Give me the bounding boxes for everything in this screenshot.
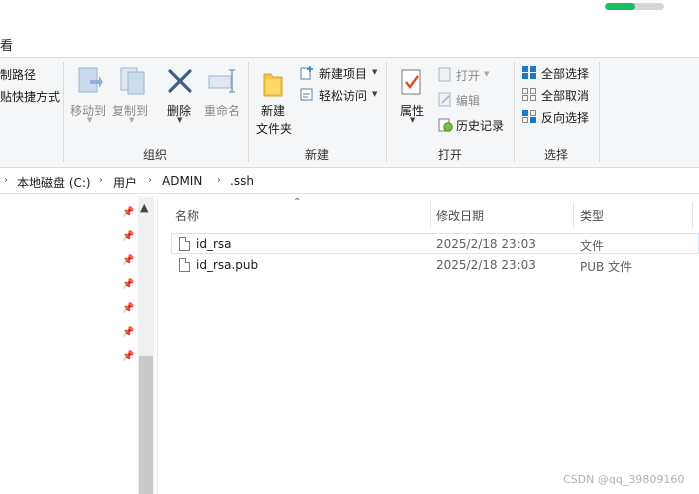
column-divider[interactable] (573, 202, 574, 228)
ribbon: 制路径 贴快捷方式 移动到 ▼ 复制到 ▼ 删除 ▼ 重命名 组织 新建 文件夹… (0, 57, 699, 168)
easy-access-label: 轻松访问 (319, 89, 368, 103)
breadcrumb-admin[interactable]: ADMIN (162, 174, 202, 188)
file-icon (179, 258, 190, 272)
scroll-up-icon[interactable]: ▲ (140, 201, 148, 214)
file-name: id_rsa.pub (196, 258, 259, 272)
new-folder-label-line2: 文件夹 (256, 122, 293, 136)
rename-label: 重命名 (204, 104, 241, 118)
pin-icon[interactable]: 📌 (122, 327, 134, 338)
chevron-down-icon: ▼ (129, 116, 135, 124)
move-to-button[interactable]: 移动到 ▼ (68, 62, 108, 124)
breadcrumb-drive[interactable]: 本地磁盘 (C:) (17, 174, 91, 191)
rename-icon (208, 69, 235, 93)
breadcrumb-users[interactable]: 用户 (113, 174, 137, 191)
history-icon (438, 118, 453, 132)
edit-label: 编辑 (456, 94, 481, 108)
open-label: 打开 (456, 69, 481, 83)
chevron-right-icon: › (4, 175, 8, 186)
copy-to-icon (120, 67, 145, 95)
group-separator (386, 62, 387, 162)
pin-icon[interactable]: 📌 (122, 207, 134, 218)
pin-icon[interactable]: 📌 (122, 231, 134, 242)
group-separator (63, 62, 64, 162)
chevron-right-icon: › (217, 175, 221, 186)
edit-button[interactable]: 编辑 (438, 91, 498, 109)
chevron-right-icon: › (148, 175, 152, 186)
properties-icon (401, 69, 421, 95)
column-divider[interactable] (692, 202, 693, 228)
edit-icon (438, 92, 451, 107)
new-item-label: 新建项目 (319, 67, 368, 81)
history-button[interactable]: 历史记录 (438, 116, 510, 134)
file-row[interactable]: id_rsa.pub 2025/2/18 23:03 PUB 文件 (171, 255, 699, 276)
file-type: 文件 (580, 239, 605, 253)
group-separator (248, 62, 249, 162)
group-label-open: 打开 (438, 148, 463, 162)
navigation-pane: 📌 📌 📌 📌 📌 📌 📌 (0, 197, 137, 494)
history-label: 历史记录 (456, 119, 505, 133)
chevron-right-icon: › (99, 175, 103, 186)
open-button[interactable]: 打开 ▼ (438, 66, 498, 84)
file-date: 2025/2/18 23:03 (436, 258, 536, 272)
chevron-down-icon: ▼ (372, 68, 378, 76)
select-none-label: 全部取消 (541, 89, 590, 103)
invert-selection-icon (522, 110, 536, 123)
sort-ascending-icon: ⌃ (293, 197, 302, 208)
group-label-new: 新建 (305, 148, 330, 162)
file-row[interactable]: id_rsa 2025/2/18 23:03 文件 (171, 233, 699, 254)
chevron-down-icon: ▼ (484, 70, 490, 78)
paste-shortcut-button[interactable]: 贴快捷方式 (0, 88, 60, 105)
tab-view[interactable]: 看 (0, 35, 13, 54)
chevron-down-icon: ▼ (372, 90, 378, 98)
pin-icon[interactable]: 📌 (122, 303, 134, 314)
progress-fill (605, 3, 635, 10)
select-none-button[interactable]: 全部取消 (521, 86, 595, 104)
column-divider[interactable] (430, 202, 431, 228)
nav-scrollbar-thumb[interactable] (139, 356, 153, 494)
new-folder-button[interactable]: 新建 文件夹 (254, 62, 296, 142)
column-header-type[interactable]: 类型 (580, 207, 604, 224)
chevron-down-icon: ▼ (87, 116, 93, 124)
folder-icon (263, 73, 283, 97)
invert-selection-button[interactable]: 反向选择 (521, 108, 595, 126)
group-separator (599, 62, 600, 162)
select-all-button[interactable]: 全部选择 (521, 64, 595, 82)
column-header-name[interactable]: 名称 (175, 207, 199, 224)
open-icon (438, 67, 451, 82)
breadcrumb-ssh[interactable]: .ssh (230, 174, 254, 188)
watermark: CSDN @qq_39809160 (563, 473, 685, 486)
group-separator (514, 62, 515, 162)
copy-to-button[interactable]: 复制到 ▼ (110, 62, 152, 124)
group-label-organize: 组织 (143, 148, 168, 162)
delete-icon (168, 69, 192, 93)
file-date: 2025/2/18 23:03 (436, 237, 536, 251)
easy-access-icon (300, 88, 313, 101)
easy-access-button[interactable]: 轻松访问 ▼ (300, 86, 382, 104)
file-icon (179, 237, 190, 251)
select-none-icon (522, 88, 536, 101)
pin-icon[interactable]: 📌 (122, 351, 134, 362)
delete-button[interactable]: 删除 ▼ (163, 62, 197, 124)
new-item-icon (300, 66, 313, 80)
progress-indicator (605, 3, 664, 10)
rename-button[interactable]: 重命名 (202, 62, 242, 124)
group-label-select: 选择 (544, 148, 569, 162)
copy-path-button[interactable]: 制路径 (0, 66, 36, 83)
address-bar[interactable]: › 本地磁盘 (C:) › 用户 › ADMIN › .ssh (0, 171, 699, 194)
chevron-down-icon: ▼ (410, 116, 416, 124)
select-all-label: 全部选择 (541, 67, 590, 81)
pane-divider[interactable] (157, 197, 158, 494)
pin-icon[interactable]: 📌 (122, 255, 134, 266)
file-name: id_rsa (196, 237, 232, 251)
new-folder-label-line1: 新建 (261, 104, 286, 118)
select-all-icon (522, 66, 536, 79)
properties-button[interactable]: 属性 ▼ (394, 62, 430, 132)
column-header-date[interactable]: 修改日期 (436, 207, 484, 224)
move-to-icon (78, 67, 103, 93)
invert-selection-label: 反向选择 (541, 111, 590, 125)
file-type: PUB 文件 (580, 260, 633, 274)
pin-icon[interactable]: 📌 (122, 279, 134, 290)
new-item-button[interactable]: 新建项目 ▼ (300, 64, 382, 82)
chevron-down-icon: ▼ (177, 116, 183, 124)
